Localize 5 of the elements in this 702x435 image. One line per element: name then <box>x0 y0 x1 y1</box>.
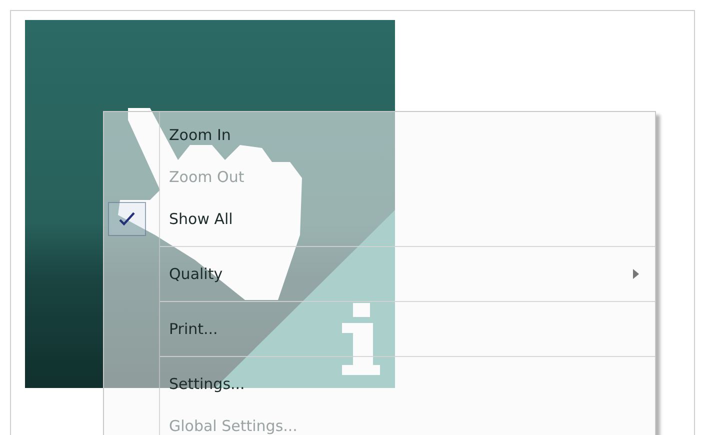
menu-item[interactable]: Show All <box>169 210 233 228</box>
checkbox[interactable] <box>108 202 146 236</box>
menu-item[interactable]: Print... <box>169 320 218 338</box>
menu-item[interactable]: Zoom In <box>169 126 231 144</box>
checkmark-icon <box>119 212 135 226</box>
